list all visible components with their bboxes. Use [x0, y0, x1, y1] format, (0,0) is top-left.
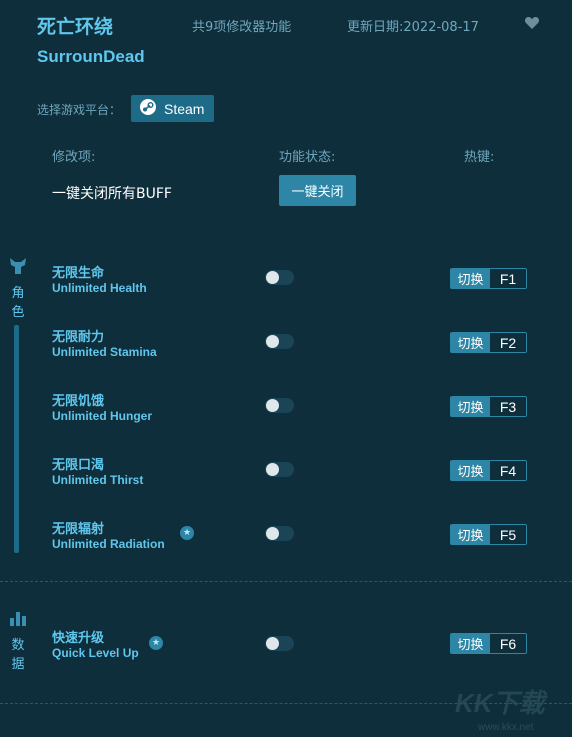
option-cn-label: 快速升级	[52, 631, 105, 646]
column-status: 功能状态:	[279, 150, 336, 165]
hotkey-key: F2	[490, 333, 526, 352]
toggle-unlimited-stamina[interactable]	[265, 334, 294, 349]
option-cn-label: 无限辐射	[52, 522, 105, 537]
toggle-knob	[266, 335, 279, 348]
category-character-label: 角色	[11, 286, 25, 320]
hotkey-switch-label: 切换	[451, 333, 490, 352]
option-cn-label: 无限耐力	[52, 330, 105, 345]
game-title-cn: 死亡环绕	[37, 16, 114, 38]
feature-count: 共9项修改器功能	[192, 20, 292, 35]
heart-icon[interactable]	[524, 15, 540, 31]
option-en-label: Unlimited Radiation	[52, 537, 165, 551]
toggle-unlimited-radiation[interactable]	[265, 526, 294, 541]
option-cn-label: 无限饥饿	[52, 394, 105, 409]
option-en-label: Unlimited Hunger	[52, 409, 153, 423]
section-divider	[0, 581, 572, 582]
watermark-url: www.kkx.net	[478, 722, 534, 733]
toggle-knob	[266, 527, 279, 540]
toggle-unlimited-thirst[interactable]	[265, 462, 294, 477]
option-en-label: Unlimited Health	[52, 281, 147, 295]
column-hotkey: 热键:	[464, 150, 495, 165]
star-icon: ★	[149, 636, 163, 650]
hotkey-unlimited-radiation[interactable]: 切换 F5	[450, 524, 527, 545]
option-en-label: Unlimited Stamina	[52, 345, 157, 359]
character-icon	[8, 257, 28, 279]
hotkey-unlimited-health[interactable]: 切换 F1	[450, 268, 527, 289]
hotkey-unlimited-hunger[interactable]: 切换 F3	[450, 396, 527, 417]
option-cn-label: 无限口渴	[52, 458, 105, 473]
hotkey-unlimited-thirst[interactable]: 切换 F4	[450, 460, 527, 481]
watermark-logo: KK下载	[455, 688, 545, 718]
toggle-knob	[266, 271, 279, 284]
steam-icon	[139, 98, 157, 119]
update-date: 更新日期:2022-08-17	[347, 20, 479, 35]
steam-label: Steam	[164, 100, 205, 117]
hotkey-key: F3	[490, 397, 526, 416]
hotkey-switch-label: 切换	[451, 269, 490, 288]
toggle-unlimited-hunger[interactable]	[265, 398, 294, 413]
hotkey-quick-level-up[interactable]: 切换 F6	[450, 633, 527, 654]
star-icon: ★	[180, 526, 194, 540]
option-en-label: Quick Level Up	[52, 646, 139, 660]
toggle-knob	[266, 399, 279, 412]
hotkey-key: F6	[490, 634, 526, 653]
toggle-quick-level-up[interactable]	[265, 636, 294, 651]
column-option: 修改项:	[52, 150, 96, 165]
platform-label: 选择游戏平台：	[37, 103, 122, 117]
toggle-knob	[266, 637, 279, 650]
category-character-bar	[14, 325, 19, 553]
close-all-button[interactable]: 一键关闭	[279, 175, 356, 206]
toggle-unlimited-health[interactable]	[265, 270, 294, 285]
data-bars-icon	[9, 610, 27, 630]
hotkey-switch-label: 切换	[451, 634, 490, 653]
category-data-label: 数据	[11, 638, 25, 672]
close-all-buff-label: 一键关闭所有BUFF	[52, 186, 172, 202]
toggle-knob	[266, 463, 279, 476]
hotkey-switch-label: 切换	[451, 461, 490, 480]
hotkey-unlimited-stamina[interactable]: 切换 F2	[450, 332, 527, 353]
option-cn-label: 无限生命	[52, 266, 105, 281]
steam-platform-button[interactable]: Steam	[131, 95, 214, 122]
hotkey-key: F4	[490, 461, 526, 480]
hotkey-key: F1	[490, 269, 526, 288]
game-title-en: SurrounDead	[37, 47, 145, 66]
option-en-label: Unlimited Thirst	[52, 473, 144, 487]
hotkey-key: F5	[490, 525, 526, 544]
hotkey-switch-label: 切换	[451, 397, 490, 416]
hotkey-switch-label: 切换	[451, 525, 490, 544]
